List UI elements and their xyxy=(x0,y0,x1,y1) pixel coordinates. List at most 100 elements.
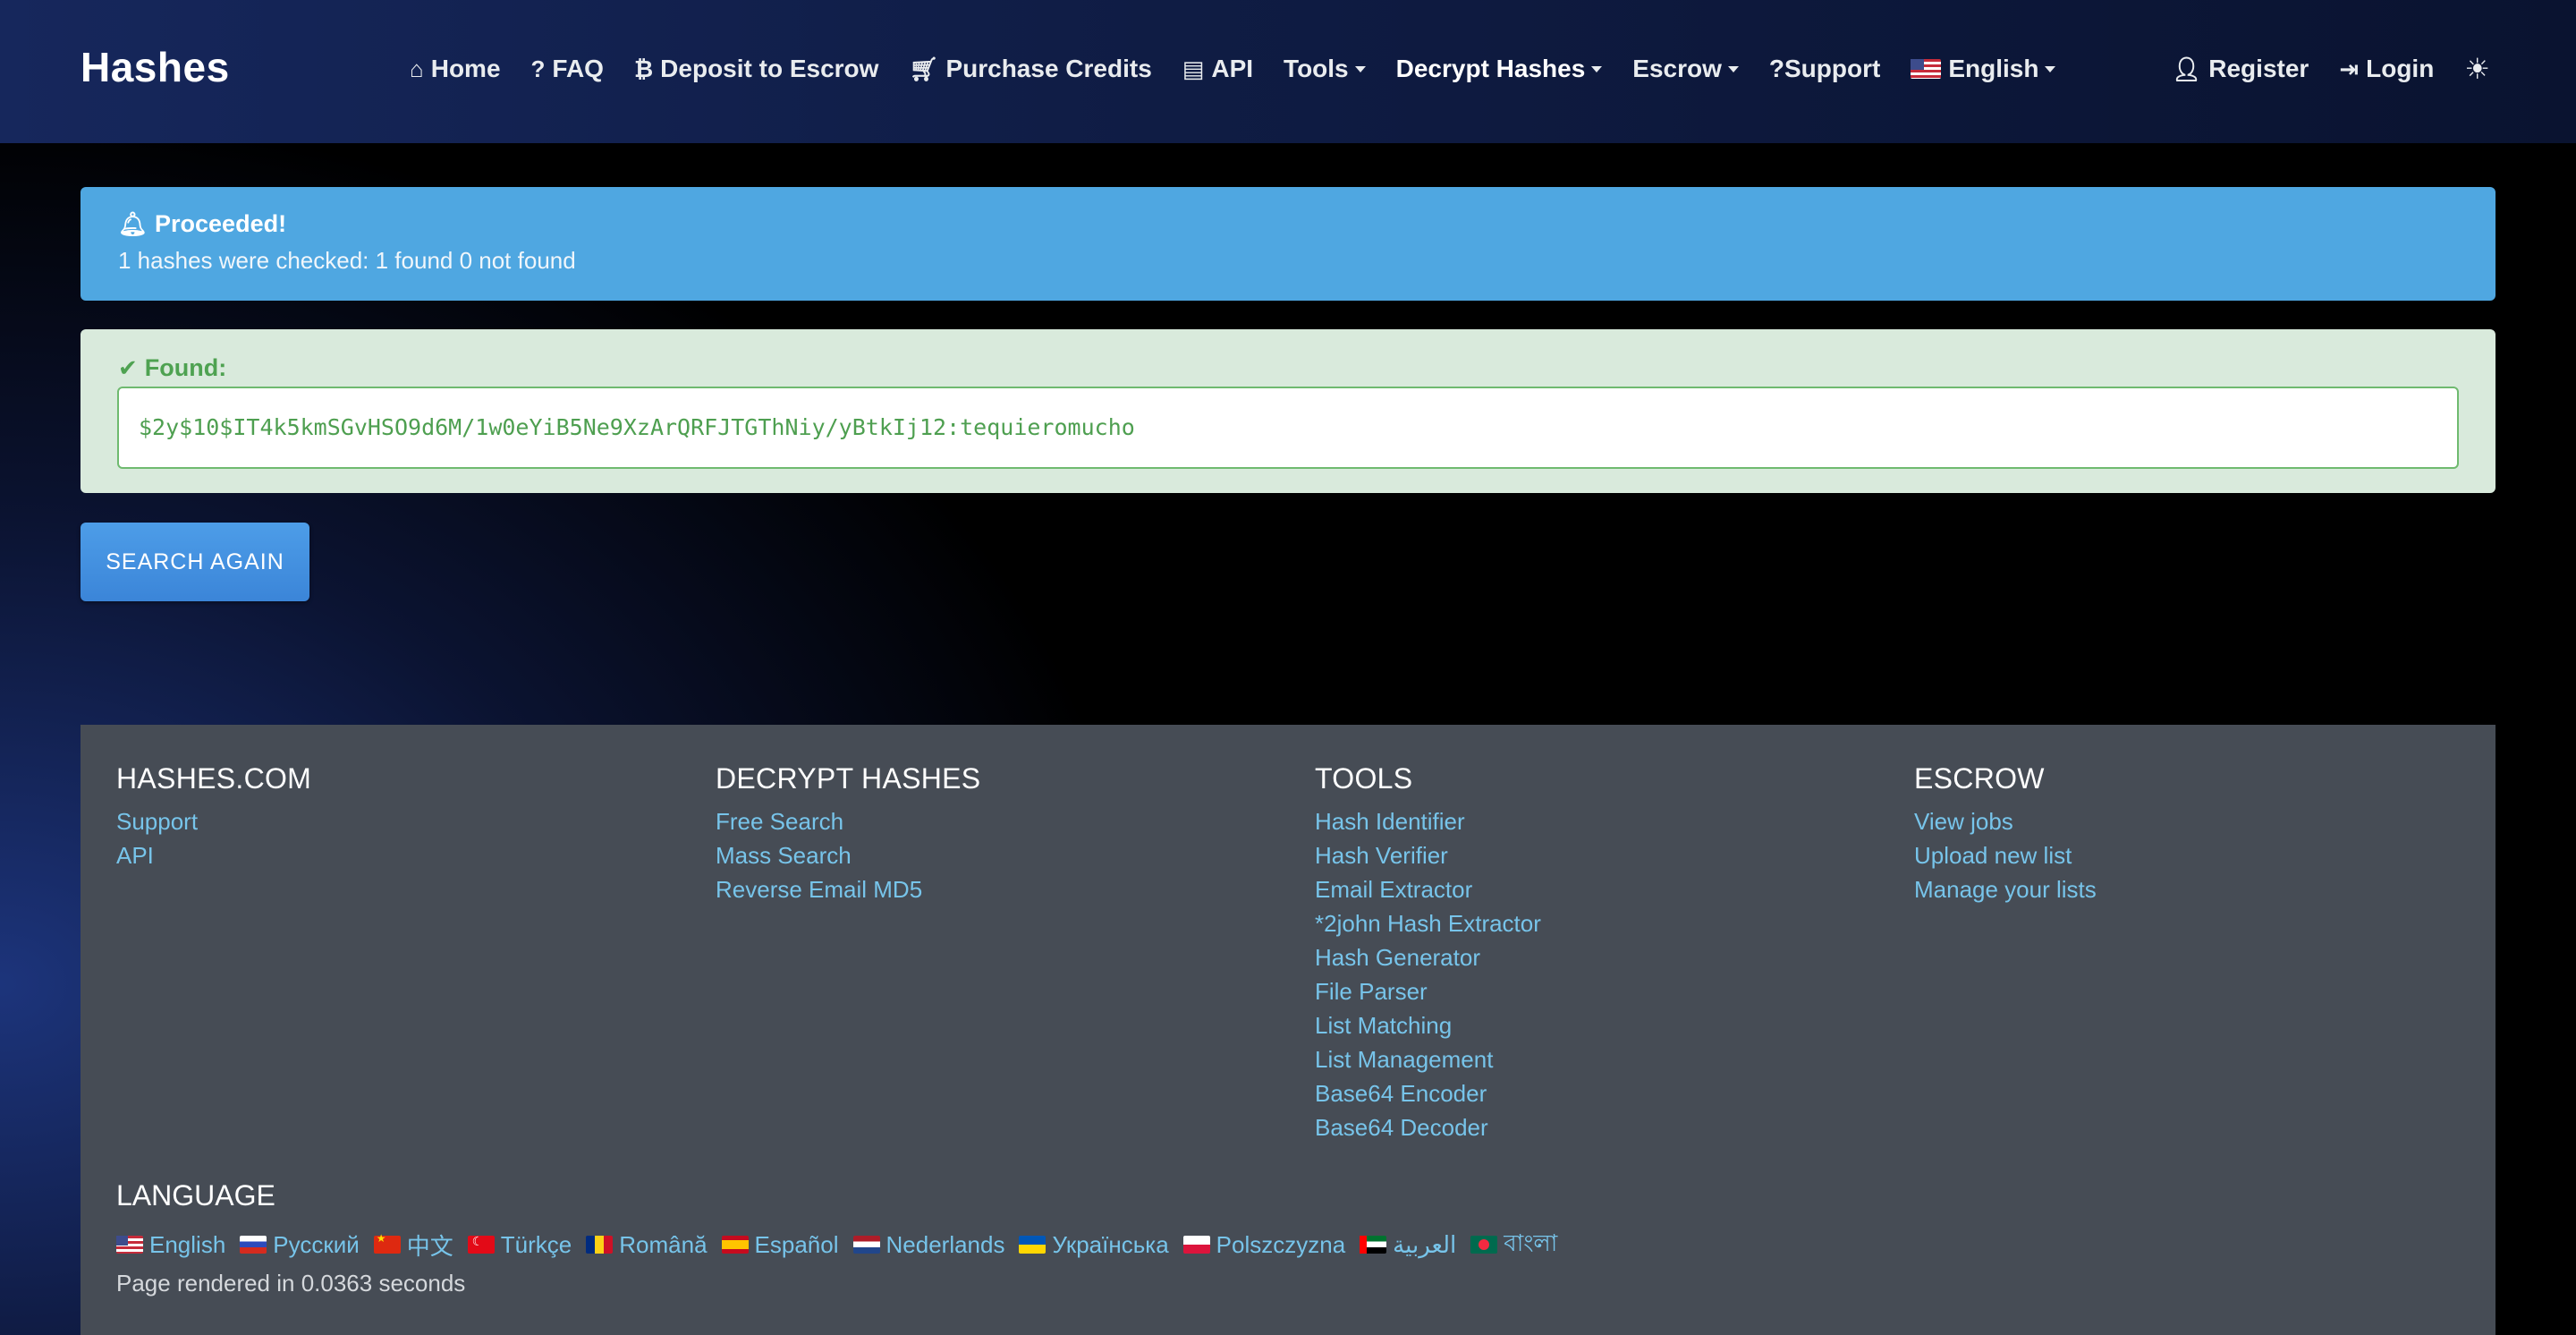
footer-heading: HASHES.COM xyxy=(116,762,312,795)
nav-register[interactable]: 👤︎ Register xyxy=(2172,55,2309,83)
page: Hashes ⌂ Home ? FAQ ₿ Deposit to Escrow … xyxy=(0,0,2576,1335)
language-polish[interactable]: Polszczyzna xyxy=(1182,1231,1345,1259)
footer-link-hash-verifier[interactable]: Hash Verifier xyxy=(1315,838,1541,872)
footer-link-list-management[interactable]: List Management xyxy=(1315,1042,1541,1076)
language-label: বাংলা xyxy=(1504,1229,1558,1256)
footer-link-reverse-email[interactable]: Reverse Email MD5 xyxy=(716,872,980,906)
es-flag-icon xyxy=(721,1236,749,1254)
nav-tools-dropdown[interactable]: Tools xyxy=(1284,55,1366,83)
footer-link-base64-encoder[interactable]: Base64 Encoder xyxy=(1315,1076,1541,1110)
nav-tools-label: Tools xyxy=(1284,55,1349,82)
language-turkish[interactable]: Türkçe xyxy=(467,1230,572,1259)
footer-link-view-jobs[interactable]: View jobs xyxy=(1914,804,2097,838)
footer-link-hash-identifier[interactable]: Hash Identifier xyxy=(1315,804,1541,838)
nav-language-dropdown[interactable]: English xyxy=(1911,55,2056,83)
nav-escrow-dropdown[interactable]: Escrow xyxy=(1632,55,1739,83)
main-nav: ⌂ Home ? FAQ ₿ Deposit to Escrow 🛒︎ Purc… xyxy=(410,52,2086,86)
footer-link-2john-extractor[interactable]: *2john Hash Extractor xyxy=(1315,906,1541,940)
footer-link-file-parser[interactable]: File Parser xyxy=(1315,974,1541,1008)
nav-escrow-label: Escrow xyxy=(1632,55,1722,82)
language-label: English xyxy=(149,1230,226,1258)
footer-heading: DECRYPT HASHES xyxy=(716,762,981,795)
footer-col-hashes: HASHES.COM Support API xyxy=(116,762,311,872)
cn-flag-icon xyxy=(373,1232,401,1254)
language-label: Română xyxy=(619,1230,708,1258)
us-flag-icon xyxy=(116,1236,143,1254)
check-icon: ✔ xyxy=(118,354,138,381)
found-title-text: Found: xyxy=(144,354,227,381)
footer-col-tools: TOOLS Hash Identifier Hash Verifier Emai… xyxy=(1315,762,1541,1144)
language-label: العربية xyxy=(1393,1230,1457,1258)
caret-down-icon xyxy=(1354,65,1366,72)
nav-purchase-credits[interactable]: 🛒︎ Purchase Credits xyxy=(909,55,1151,83)
footer-language-section: LANGUAGE English Русский 中文 Türkçe Român… xyxy=(116,1179,1572,1297)
nav-api-label: API xyxy=(1211,55,1254,82)
question-icon: ? xyxy=(530,55,546,82)
nav-register-label: Register xyxy=(2208,55,2309,82)
footer: HASHES.COM Support API DECRYPT HASHES Fr… xyxy=(80,725,2496,1335)
footer-link-api[interactable]: API xyxy=(116,838,311,872)
page-render-time: Page rendered in 0.0363 seconds xyxy=(116,1270,466,1297)
footer-col-decrypt: DECRYPT HASHES Free Search Mass Search R… xyxy=(716,762,980,906)
sign-in-icon: ⇥ xyxy=(2339,55,2360,82)
language-spanish[interactable]: Español xyxy=(721,1230,839,1259)
footer-link-mass-search[interactable]: Mass Search xyxy=(716,838,980,872)
search-again-button[interactable]: SEARCH AGAIN xyxy=(80,523,309,601)
caret-down-icon xyxy=(2045,65,2056,72)
api-card-icon: ▤ xyxy=(1182,55,1205,82)
nav-faq[interactable]: ? FAQ xyxy=(531,55,604,83)
footer-heading: TOOLS xyxy=(1315,762,1413,795)
nav-decrypt-hashes-dropdown[interactable]: Decrypt Hashes xyxy=(1396,55,1603,83)
nav-login-label: Login xyxy=(2366,55,2435,82)
language-heading: LANGUAGE xyxy=(116,1179,275,1212)
language-chinese[interactable]: 中文 xyxy=(373,1229,453,1262)
footer-link-email-extractor[interactable]: Email Extractor xyxy=(1315,872,1541,906)
found-title: ✔ Found: xyxy=(118,354,2458,382)
nav-api[interactable]: ▤ API xyxy=(1182,55,1253,83)
language-dutch[interactable]: Nederlands xyxy=(852,1230,1005,1259)
nl-flag-icon xyxy=(852,1236,880,1254)
nav-deposit-escrow[interactable]: ₿ Deposit to Escrow xyxy=(634,55,878,83)
home-icon: ⌂ xyxy=(410,55,424,82)
footer-col-escrow: ESCROW View jobs Upload new list Manage … xyxy=(1914,762,2097,906)
ro-flag-icon xyxy=(586,1236,614,1254)
alert-title: 🔔︎ Proceeded! xyxy=(118,210,2458,238)
found-hash-result-field[interactable]: $2y$10$IT4k5kmSGvHSO9d6M/1w0eYiB5Ne9XzAr… xyxy=(117,387,2459,469)
footer-link-support[interactable]: Support xyxy=(116,804,311,838)
bell-icon: 🔔︎ xyxy=(118,210,148,237)
brand-logo[interactable]: Hashes xyxy=(80,43,230,91)
found-alert: ✔ Found: $2y$10$IT4k5kmSGvHSO9d6M/1w0eYi… xyxy=(80,329,2496,493)
user-plus-icon: 👤︎ xyxy=(2172,55,2202,82)
language-ukrainian[interactable]: Українська xyxy=(1019,1230,1169,1259)
language-label: Español xyxy=(754,1230,839,1258)
nav-purchase-label: Purchase Credits xyxy=(945,55,1152,82)
top-navbar: Hashes ⌂ Home ? FAQ ₿ Deposit to Escrow … xyxy=(0,0,2576,143)
footer-link-hash-generator[interactable]: Hash Generator xyxy=(1315,940,1541,974)
language-label: Українська xyxy=(1052,1230,1169,1258)
language-romanian[interactable]: Română xyxy=(586,1230,708,1259)
alert-message: 1 hashes were checked: 1 found 0 not fou… xyxy=(118,247,576,274)
language-english[interactable]: English xyxy=(116,1231,225,1259)
language-label: Nederlands xyxy=(886,1230,1005,1258)
footer-heading: ESCROW xyxy=(1914,762,2045,795)
nav-support[interactable]: ?Support xyxy=(1769,55,1880,83)
language-arabic[interactable]: العربية xyxy=(1360,1231,1456,1259)
nav-faq-label: FAQ xyxy=(552,55,604,82)
language-list: English Русский 中文 Türkçe Română Español… xyxy=(116,1225,1572,1264)
footer-link-manage-lists[interactable]: Manage your lists xyxy=(1914,872,2097,906)
nav-home-label: Home xyxy=(430,55,501,82)
bitcoin-icon: ₿ xyxy=(633,55,654,82)
language-russian[interactable]: Русский xyxy=(240,1230,360,1259)
caret-down-icon xyxy=(1591,65,1603,72)
sun-icon[interactable]: ☀ xyxy=(2464,52,2490,86)
language-label: Русский xyxy=(273,1230,360,1258)
footer-link-base64-decoder[interactable]: Base64 Decoder xyxy=(1315,1110,1541,1144)
nav-home[interactable]: ⌂ Home xyxy=(410,55,501,83)
nav-right: 👤︎ Register ⇥ Login ☀ xyxy=(2172,52,2490,86)
footer-link-free-search[interactable]: Free Search xyxy=(716,804,980,838)
footer-link-list-matching[interactable]: List Matching xyxy=(1315,1008,1541,1042)
language-label: Türkçe xyxy=(500,1230,572,1258)
language-bengali[interactable]: বাংলা xyxy=(1470,1225,1557,1264)
footer-link-upload-list[interactable]: Upload new list xyxy=(1914,838,2097,872)
nav-login[interactable]: ⇥ Login xyxy=(2339,55,2434,83)
